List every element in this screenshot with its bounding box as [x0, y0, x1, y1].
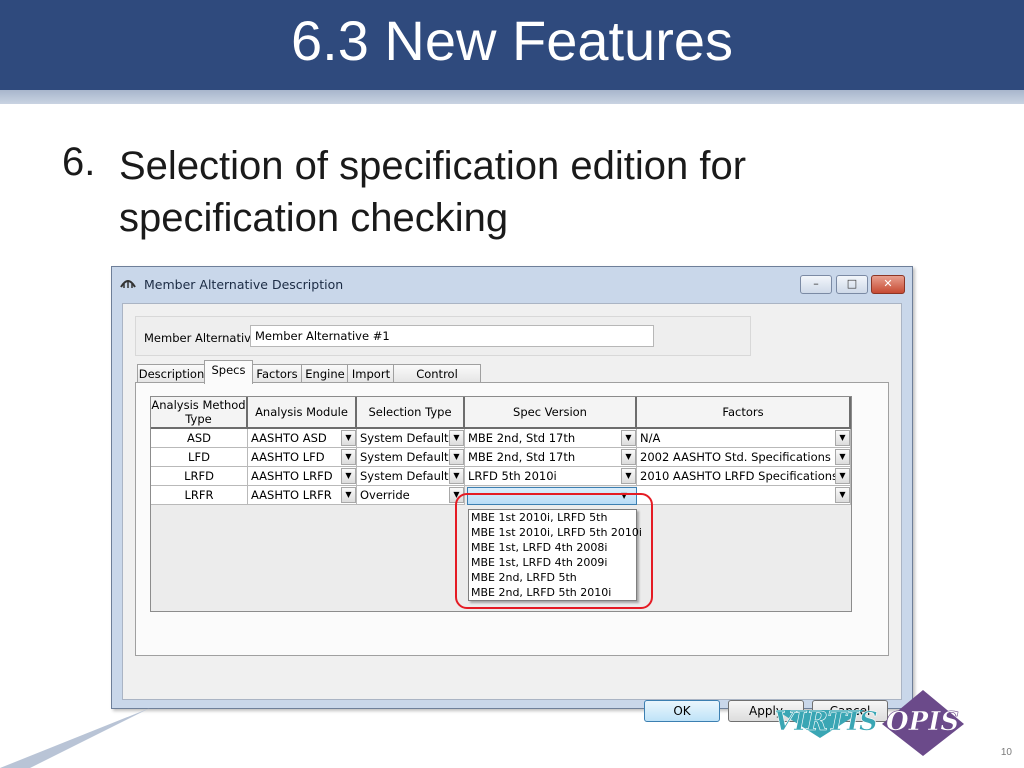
- tab-engine[interactable]: Engine: [301, 364, 349, 383]
- member-alternative-dialog: Member Alternative Description – □ ✕ Mem…: [111, 266, 913, 722]
- title-strip: [0, 90, 1024, 104]
- header-analysis-module: Analysis Module: [248, 397, 357, 429]
- bullet-text: Selection of specification edition for s…: [119, 144, 747, 240]
- bullet-number: 6.: [62, 140, 96, 184]
- tab-specs[interactable]: Specs: [204, 360, 253, 384]
- dropdown-arrow-icon[interactable]: ▼: [835, 468, 850, 484]
- table-cell: LRFD: [151, 467, 248, 486]
- dropdown-arrow-icon[interactable]: ▼: [449, 430, 464, 446]
- table-cell: LRFR: [151, 486, 248, 505]
- dropdown-arrow-icon[interactable]: ▼: [341, 468, 356, 484]
- dropdown-arrow-icon[interactable]: ▼: [621, 468, 636, 484]
- dropdown-arrow-icon[interactable]: ▼: [621, 430, 636, 446]
- dropdown-arrow-icon[interactable]: ▼: [341, 430, 356, 446]
- window-title: Member Alternative Description: [144, 277, 344, 292]
- table-cell: ASD: [151, 429, 248, 448]
- dropdown-arrow-icon[interactable]: ▼: [835, 487, 850, 503]
- tab-control-options[interactable]: Control Options: [393, 364, 481, 399]
- table-cell[interactable]: MBE 2nd, Std 17th: [465, 429, 637, 448]
- table-cell[interactable]: 2002 AASHTO Std. Specifications: [637, 448, 851, 467]
- header-factors: Factors: [637, 397, 851, 429]
- dropdown-arrow-icon[interactable]: ▼: [449, 449, 464, 465]
- dropdown-arrow-icon[interactable]: ▼: [341, 449, 356, 465]
- member-alternative-label: Member Alternative:: [144, 331, 262, 345]
- header-selection-type: Selection Type: [357, 397, 465, 429]
- tab-import[interactable]: Import: [347, 364, 395, 383]
- table-cell[interactable]: N/A: [637, 429, 851, 448]
- table-cell[interactable]: MBE 2nd, Std 17th: [465, 448, 637, 467]
- slide-title: 6.3 New Features: [291, 9, 733, 72]
- ok-button[interactable]: OK: [644, 700, 720, 722]
- header-analysis-method-type: Analysis Method Type: [151, 397, 248, 429]
- dropdown-arrow-icon[interactable]: ▼: [835, 430, 850, 446]
- swoosh-decoration: [0, 708, 150, 768]
- tab-factors[interactable]: Factors: [251, 364, 303, 383]
- header-spec-version: Spec Version: [465, 397, 637, 429]
- table-cell[interactable]: [637, 486, 851, 505]
- virtis-opis-logos: VIRTIS OPIS: [774, 690, 964, 756]
- dropdown-arrow-icon[interactable]: ▼: [449, 468, 464, 484]
- tab-description[interactable]: Description: [137, 364, 206, 383]
- logo-left-text: VIRTIS: [774, 707, 878, 737]
- member-alternative-input[interactable]: Member Alternative #1: [250, 325, 654, 347]
- table-cell: LFD: [151, 448, 248, 467]
- close-button[interactable]: ✕: [871, 275, 905, 294]
- dropdown-arrow-icon[interactable]: ▼: [341, 487, 356, 503]
- highlight-ring: [455, 493, 653, 609]
- dropdown-arrow-icon[interactable]: ▼: [621, 449, 636, 465]
- page-number: 10: [1000, 747, 1012, 758]
- bridge-icon: [120, 280, 136, 288]
- logo-right-text: OPIS: [886, 707, 959, 737]
- maximize-button[interactable]: □: [836, 275, 868, 294]
- table-cell[interactable]: LRFD 5th 2010i: [465, 467, 637, 486]
- table-cell[interactable]: 2010 AASHTO LRFD Specifications: [637, 467, 851, 486]
- dropdown-arrow-icon[interactable]: ▼: [835, 449, 850, 465]
- minimize-button[interactable]: –: [800, 275, 832, 294]
- member-alternative-group: Member Alternative: Member Alternative #…: [135, 316, 751, 356]
